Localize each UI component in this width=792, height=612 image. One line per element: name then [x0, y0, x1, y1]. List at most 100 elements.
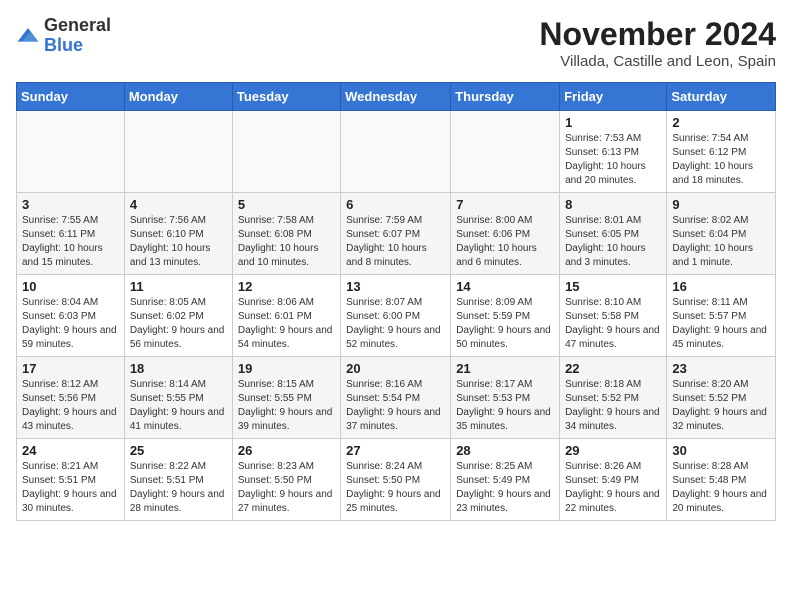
- day-number: 18: [130, 361, 227, 376]
- page-header: General Blue November 2024 Villada, Cast…: [16, 16, 776, 70]
- day-number: 26: [238, 443, 335, 458]
- calendar-cell: 27Sunrise: 8:24 AM Sunset: 5:50 PM Dayli…: [341, 439, 451, 521]
- day-info: Sunrise: 8:10 AM Sunset: 5:58 PM Dayligh…: [565, 296, 661, 352]
- calendar-cell: 14Sunrise: 8:09 AM Sunset: 5:59 PM Dayli…: [451, 275, 560, 357]
- day-number: 7: [456, 197, 554, 212]
- day-number: 30: [672, 443, 770, 458]
- day-info: Sunrise: 8:07 AM Sunset: 6:00 PM Dayligh…: [346, 296, 445, 352]
- weekday-header-monday: Monday: [124, 83, 232, 111]
- calendar-week-row: 10 Sunrise: 8:04 AM Sunset: 6:03 PM Dayli…: [17, 275, 776, 357]
- day-number: 11: [130, 279, 227, 294]
- weekday-header-thursday: Thursday: [451, 83, 560, 111]
- day-number: 6: [346, 197, 445, 212]
- day-info: Sunrise: 8:04 AM Sunset: 6:03 PM Dayligh…: [22, 296, 119, 352]
- day-number: 24: [22, 443, 119, 458]
- day-number: 9: [672, 197, 770, 212]
- weekday-header-friday: Friday: [560, 83, 667, 111]
- day-number: 29: [565, 443, 661, 458]
- day-number: 17: [22, 361, 119, 376]
- calendar-cell: [341, 111, 451, 193]
- calendar-cell: 16Sunrise: 8:11 AM Sunset: 5:57 PM Dayli…: [667, 275, 776, 357]
- day-info: Sunrise: 8:02 AM Sunset: 6:04 PM Dayligh…: [672, 214, 770, 270]
- logo-general-text: General: [44, 16, 111, 36]
- logo-icon: [16, 24, 40, 48]
- calendar-cell: 2 Sunrise: 7:54 AM Sunset: 6:12 PM Daylig…: [667, 111, 776, 193]
- calendar-cell: 7 Sunrise: 8:00 AM Sunset: 6:06 PM Daylig…: [451, 193, 560, 275]
- calendar-cell: [232, 111, 340, 193]
- day-info: Sunrise: 7:58 AM Sunset: 6:08 PM Dayligh…: [238, 214, 335, 270]
- weekday-header-row: SundayMondayTuesdayWednesdayThursdayFrid…: [17, 83, 776, 111]
- day-info: Sunrise: 8:17 AM Sunset: 5:53 PM Dayligh…: [456, 378, 554, 434]
- calendar-cell: 18Sunrise: 8:14 AM Sunset: 5:55 PM Dayli…: [124, 357, 232, 439]
- calendar-cell: 23Sunrise: 8:20 AM Sunset: 5:52 PM Dayli…: [667, 357, 776, 439]
- day-info: Sunrise: 8:28 AM Sunset: 5:48 PM Dayligh…: [672, 460, 770, 516]
- month-title: November 2024: [539, 16, 776, 53]
- location-text: Villada, Castille and Leon, Spain: [539, 53, 776, 70]
- calendar-cell: 22 Sunrise: 8:18 AM Sunset: 5:52 PM Dayli…: [560, 357, 667, 439]
- logo: General Blue: [16, 16, 111, 56]
- day-number: 3: [22, 197, 119, 212]
- calendar-cell: 17Sunrise: 8:12 AM Sunset: 5:56 PM Dayli…: [17, 357, 125, 439]
- day-number: 19: [238, 361, 335, 376]
- calendar-cell: [451, 111, 560, 193]
- day-info: Sunrise: 7:59 AM Sunset: 6:07 PM Dayligh…: [346, 214, 445, 270]
- day-info: Sunrise: 8:05 AM Sunset: 6:02 PM Dayligh…: [130, 296, 227, 352]
- calendar-cell: 10 Sunrise: 8:04 AM Sunset: 6:03 PM Dayli…: [17, 275, 125, 357]
- calendar-week-row: 17Sunrise: 8:12 AM Sunset: 5:56 PM Dayli…: [17, 357, 776, 439]
- calendar-cell: 13 Sunrise: 8:07 AM Sunset: 6:00 PM Dayli…: [341, 275, 451, 357]
- day-number: 25: [130, 443, 227, 458]
- calendar-cell: 20Sunrise: 8:16 AM Sunset: 5:54 PM Dayli…: [341, 357, 451, 439]
- day-info: Sunrise: 8:26 AM Sunset: 5:49 PM Dayligh…: [565, 460, 661, 516]
- calendar-cell: 25 Sunrise: 8:22 AM Sunset: 5:51 PM Dayli…: [124, 439, 232, 521]
- calendar-week-row: 3 Sunrise: 7:55 AM Sunset: 6:11 PM Daylig…: [17, 193, 776, 275]
- weekday-header-wednesday: Wednesday: [341, 83, 451, 111]
- logo-text: General Blue: [44, 16, 111, 56]
- day-info: Sunrise: 8:01 AM Sunset: 6:05 PM Dayligh…: [565, 214, 661, 270]
- day-info: Sunrise: 8:15 AM Sunset: 5:55 PM Dayligh…: [238, 378, 335, 434]
- day-info: Sunrise: 7:54 AM Sunset: 6:12 PM Dayligh…: [672, 132, 770, 188]
- day-info: Sunrise: 8:11 AM Sunset: 5:57 PM Dayligh…: [672, 296, 770, 352]
- calendar-cell: 24 Sunrise: 8:21 AM Sunset: 5:51 PM Dayli…: [17, 439, 125, 521]
- calendar-cell: 19 Sunrise: 8:15 AM Sunset: 5:55 PM Dayli…: [232, 357, 340, 439]
- day-info: Sunrise: 8:09 AM Sunset: 5:59 PM Dayligh…: [456, 296, 554, 352]
- calendar-cell: 26 Sunrise: 8:23 AM Sunset: 5:50 PM Dayli…: [232, 439, 340, 521]
- day-info: Sunrise: 7:55 AM Sunset: 6:11 PM Dayligh…: [22, 214, 119, 270]
- day-info: Sunrise: 8:22 AM Sunset: 5:51 PM Dayligh…: [130, 460, 227, 516]
- calendar-cell: 5 Sunrise: 7:58 AM Sunset: 6:08 PM Daylig…: [232, 193, 340, 275]
- day-number: 12: [238, 279, 335, 294]
- title-section: November 2024 Villada, Castille and Leon…: [539, 16, 776, 70]
- day-number: 5: [238, 197, 335, 212]
- day-number: 4: [130, 197, 227, 212]
- day-info: Sunrise: 8:23 AM Sunset: 5:50 PM Dayligh…: [238, 460, 335, 516]
- day-number: 23: [672, 361, 770, 376]
- day-number: 13: [346, 279, 445, 294]
- calendar-cell: 15 Sunrise: 8:10 AM Sunset: 5:58 PM Dayli…: [560, 275, 667, 357]
- weekday-header-sunday: Sunday: [17, 83, 125, 111]
- day-info: Sunrise: 8:00 AM Sunset: 6:06 PM Dayligh…: [456, 214, 554, 270]
- calendar-cell: 21Sunrise: 8:17 AM Sunset: 5:53 PM Dayli…: [451, 357, 560, 439]
- day-number: 15: [565, 279, 661, 294]
- calendar-cell: [124, 111, 232, 193]
- day-number: 10: [22, 279, 119, 294]
- day-info: Sunrise: 8:06 AM Sunset: 6:01 PM Dayligh…: [238, 296, 335, 352]
- day-number: 22: [565, 361, 661, 376]
- day-number: 8: [565, 197, 661, 212]
- calendar-cell: [17, 111, 125, 193]
- day-info: Sunrise: 8:24 AM Sunset: 5:50 PM Dayligh…: [346, 460, 445, 516]
- calendar-cell: 9 Sunrise: 8:02 AM Sunset: 6:04 PM Daylig…: [667, 193, 776, 275]
- day-info: Sunrise: 8:25 AM Sunset: 5:49 PM Dayligh…: [456, 460, 554, 516]
- calendar-cell: 28Sunrise: 8:25 AM Sunset: 5:49 PM Dayli…: [451, 439, 560, 521]
- weekday-header-saturday: Saturday: [667, 83, 776, 111]
- calendar-cell: 4 Sunrise: 7:56 AM Sunset: 6:10 PM Daylig…: [124, 193, 232, 275]
- calendar-cell: 6 Sunrise: 7:59 AM Sunset: 6:07 PM Daylig…: [341, 193, 451, 275]
- day-info: Sunrise: 8:18 AM Sunset: 5:52 PM Dayligh…: [565, 378, 661, 434]
- calendar-week-row: 1Sunrise: 7:53 AM Sunset: 6:13 PM Daylig…: [17, 111, 776, 193]
- logo-blue-text: Blue: [44, 36, 111, 56]
- day-info: Sunrise: 8:16 AM Sunset: 5:54 PM Dayligh…: [346, 378, 445, 434]
- calendar-cell: 30 Sunrise: 8:28 AM Sunset: 5:48 PM Dayli…: [667, 439, 776, 521]
- day-info: Sunrise: 8:21 AM Sunset: 5:51 PM Dayligh…: [22, 460, 119, 516]
- day-info: Sunrise: 7:56 AM Sunset: 6:10 PM Dayligh…: [130, 214, 227, 270]
- weekday-header-tuesday: Tuesday: [232, 83, 340, 111]
- calendar-cell: 1Sunrise: 7:53 AM Sunset: 6:13 PM Daylig…: [560, 111, 667, 193]
- day-number: 2: [672, 115, 770, 130]
